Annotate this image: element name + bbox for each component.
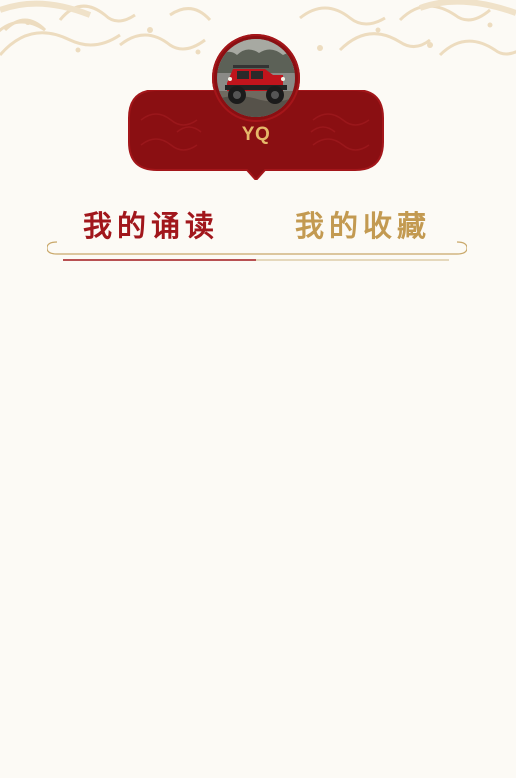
content-list-empty	[0, 275, 516, 778]
avatar[interactable]	[212, 34, 300, 122]
avatar-jeep-photo-icon	[217, 39, 295, 117]
username: YQ	[241, 124, 271, 145]
tab-bar: 我的诵读 我的收藏	[47, 206, 467, 266]
profile-card: YQ	[127, 34, 385, 180]
tab-underline	[47, 241, 467, 261]
